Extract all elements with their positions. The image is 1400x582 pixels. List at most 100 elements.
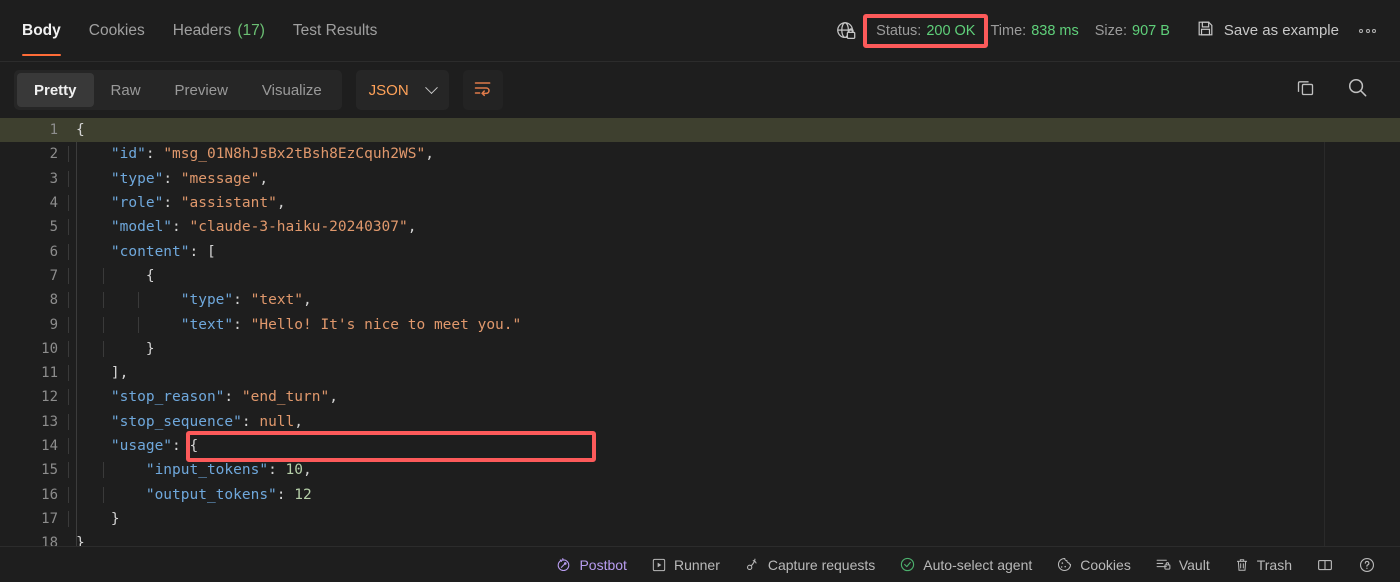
tab-body[interactable]: Body <box>8 0 75 62</box>
view-mode-pretty[interactable]: Pretty <box>17 73 94 107</box>
view-mode-preview[interactable]: Preview <box>158 73 245 107</box>
format-toolbar: Pretty Raw Preview Visualize JSON <box>0 62 1400 118</box>
code-token: "type" <box>180 292 234 309</box>
code-token: , <box>407 219 417 236</box>
indent-guide <box>103 292 104 309</box>
code-token: : <box>172 219 190 236</box>
code-line: 9 "text": "Hello! It's nice to meet you.… <box>0 312 1400 336</box>
save-as-example-button[interactable]: Save as example <box>1186 19 1345 42</box>
size-value: 907 B <box>1132 22 1170 39</box>
tab-cookies[interactable]: Cookies <box>75 0 159 62</box>
indent-guide <box>68 486 69 503</box>
code-token: 10 <box>285 462 303 479</box>
view-mode-visualize-label: Visualize <box>261 81 322 99</box>
word-wrap-toggle[interactable] <box>462 70 503 110</box>
response-body-code[interactable]: 1 {2 "id": "msg_01N8hJsBx2tBsh8EzCquh2WS"… <box>0 118 1400 546</box>
code-token: "stop_sequence" <box>110 413 242 430</box>
line-number: 14 <box>41 438 58 454</box>
statusbar-runner-label: Runner <box>673 556 720 573</box>
tab-cookies-label: Cookies <box>88 21 145 39</box>
code-token: } <box>76 340 155 357</box>
status-highlight-region: Status: 200 OK <box>863 13 989 48</box>
copy-button[interactable] <box>1290 75 1320 105</box>
statusbar-postbot[interactable]: Postbot <box>543 547 638 582</box>
code-token: "text" <box>250 292 304 309</box>
statusbar-postbot-label: Postbot <box>579 556 627 573</box>
view-mode-visualize[interactable]: Visualize <box>245 73 339 107</box>
code-token: : <box>276 486 295 503</box>
statusbar-cookies[interactable]: Cookies <box>1044 547 1143 582</box>
statusbar-trash[interactable]: Trash <box>1222 547 1304 582</box>
line-number: 2 <box>49 146 58 163</box>
line-number: 13 <box>41 413 58 430</box>
code-line: 14 "usage": { <box>0 434 1400 458</box>
code-token: "Hello! It's nice to meet you." <box>250 316 522 333</box>
statusbar-auto-select-agent-label: Auto-select agent <box>923 556 1033 573</box>
code-line: 16 "output_tokens": 12 <box>0 482 1400 506</box>
indent-guide <box>68 462 69 479</box>
code-token: { <box>76 122 85 139</box>
time-label: Time: <box>990 22 1027 39</box>
line-number: 15 <box>41 462 58 479</box>
bottom-status-bar: Postbot Runner Capture requests Auto-sel… <box>0 546 1400 582</box>
code-token: { <box>76 267 155 284</box>
code-token: "type" <box>110 170 164 187</box>
code-token: "content" <box>110 243 190 260</box>
globe-lock-icon[interactable] <box>835 20 857 42</box>
indent-guide <box>103 340 104 357</box>
code-token: "output_tokens" <box>145 486 277 503</box>
line-content: "stop_reason": "end_turn", <box>60 389 1400 406</box>
indent-guide <box>103 486 104 503</box>
line-number: 17 <box>41 510 58 527</box>
word-wrap-icon <box>473 78 493 103</box>
indent-guide <box>103 316 104 333</box>
save-as-example-label: Save as example <box>1223 22 1339 39</box>
code-token: , <box>276 195 286 212</box>
more-horizontal-icon[interactable] <box>1345 28 1394 33</box>
dot-3 <box>1372 28 1376 33</box>
view-mode-raw[interactable]: Raw <box>94 73 158 107</box>
code-token: : [ <box>189 243 216 260</box>
code-token: : <box>224 389 242 406</box>
code-token: 12 <box>294 486 312 503</box>
line-content: } <box>60 340 1400 357</box>
code-token: , <box>303 462 312 479</box>
response-tabs: Body Cookies Headers (17) Test Results <box>0 0 391 62</box>
line-content: "id": "msg_01N8hJsBx2tBsh8EzCquh2WS", <box>60 146 1400 163</box>
code-token: , <box>259 170 269 187</box>
tab-headers[interactable]: Headers (17) <box>159 0 279 62</box>
statusbar-vault[interactable]: Vault <box>1143 547 1222 582</box>
tab-test-results[interactable]: Test Results <box>279 0 391 62</box>
code-token: : <box>241 413 260 430</box>
statusbar-help[interactable] <box>1346 547 1388 582</box>
statusbar-auto-select-agent[interactable]: Auto-select agent <box>887 547 1044 582</box>
code-token: , <box>425 146 434 163</box>
search-button[interactable] <box>1342 75 1372 105</box>
line-content: { <box>60 267 1400 284</box>
code-line: 17 } <box>0 507 1400 531</box>
line-content: "role": "assistant", <box>60 195 1400 212</box>
code-token: } <box>76 510 120 527</box>
code-line: 7 { <box>0 264 1400 288</box>
code-line-list: 1 {2 "id": "msg_01N8hJsBx2tBsh8EzCquh2WS"… <box>0 118 1400 546</box>
copy-icon <box>1295 77 1316 103</box>
size-metric: Size: 907 B <box>1095 23 1170 39</box>
view-mode-raw-label: Raw <box>110 81 141 99</box>
line-number: 1 <box>49 122 58 139</box>
line-content: "content": [ <box>60 243 1400 260</box>
code-token: "end_turn" <box>241 389 330 406</box>
indent-guide <box>103 267 104 284</box>
code-line: 8 "type": "text", <box>0 288 1400 312</box>
statusbar-layout-toggle[interactable] <box>1304 547 1346 582</box>
code-token: , <box>329 389 338 406</box>
code-token: : <box>233 316 251 333</box>
code-line: 18} <box>0 531 1400 546</box>
line-content: "type": "message", <box>60 170 1400 187</box>
line-content: } <box>60 535 1400 546</box>
response-meta: Status: 200 OK Time: 838 ms Size: 907 B … <box>835 0 1400 62</box>
statusbar-runner[interactable]: Runner <box>639 547 732 582</box>
statusbar-capture-requests[interactable]: Capture requests <box>732 547 887 582</box>
language-select[interactable]: JSON <box>355 70 449 110</box>
